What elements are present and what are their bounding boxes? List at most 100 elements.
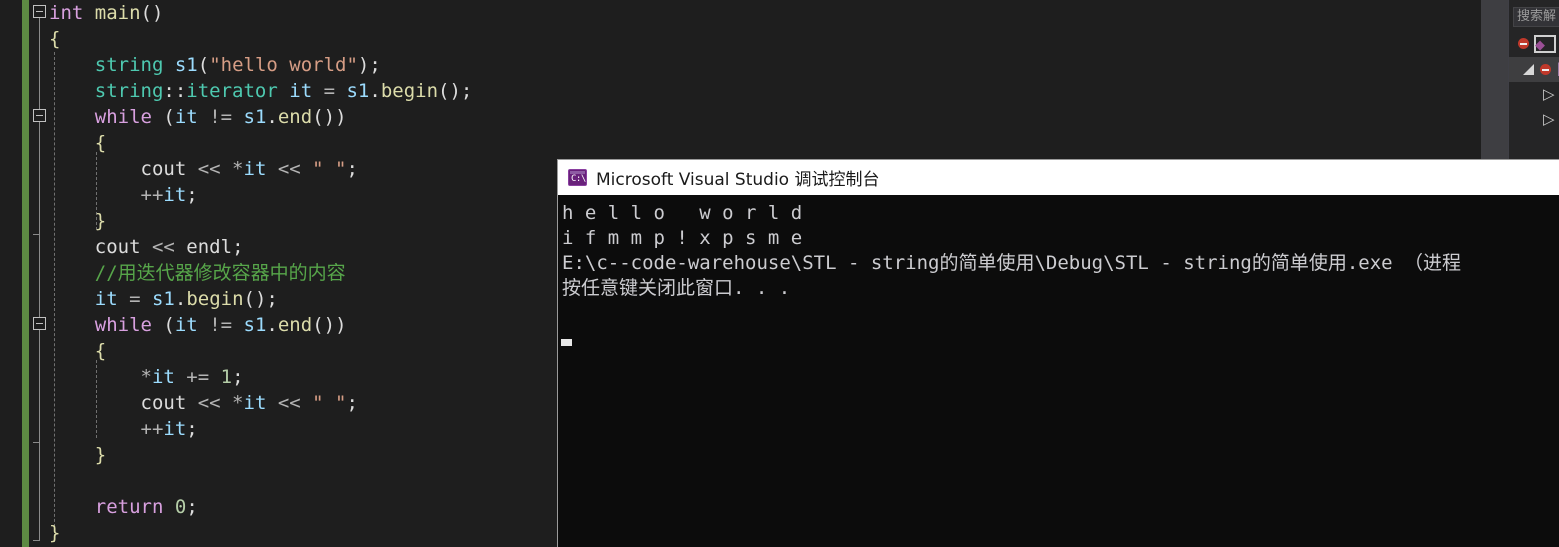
code-token: "hello world" [209, 54, 358, 76]
code-token: :: [163, 80, 187, 102]
editor-breakpoint-margin[interactable] [0, 0, 22, 547]
code-token: } [94, 210, 107, 232]
console-icon-label: C:\ [571, 174, 586, 184]
code-token: . [266, 106, 278, 128]
code-token: begin [380, 80, 439, 102]
code-token: return [94, 496, 164, 518]
fold-toggle-while-2[interactable] [33, 317, 46, 330]
code-token: s1 [243, 314, 267, 336]
code-token: << [266, 392, 313, 414]
code-token: ; [232, 366, 244, 388]
code-token: cout [140, 392, 187, 414]
code-token: endl [186, 236, 233, 258]
console-output-line: 按任意键关闭此窗口. . . [562, 277, 791, 299]
console-app-icon: C:\ [568, 169, 587, 186]
code-token: " " [312, 392, 347, 414]
expander-icon[interactable] [1523, 64, 1534, 75]
stop-badge-icon [1518, 38, 1529, 49]
code-token: it [151, 366, 175, 388]
code-line[interactable]: { [49, 26, 1479, 52]
chevron-right-icon[interactable]: ▷ [1543, 110, 1555, 128]
code-token: { [94, 340, 107, 362]
code-token: string [94, 54, 164, 76]
code-token: cout [140, 158, 187, 180]
code-token: iterator [186, 80, 278, 102]
code-token: () [140, 2, 164, 24]
code-line[interactable]: string s1("hello world"); [49, 52, 1479, 78]
code-token: ; [232, 236, 244, 258]
code-token: s1 [151, 288, 175, 310]
code-token: { [94, 132, 107, 154]
code-token: it [289, 80, 313, 102]
solution-explorer-row-3[interactable]: ▷ [1509, 82, 1559, 107]
debug-console-window[interactable]: C:\ Microsoft Visual Studio 调试控制台 h e l … [557, 159, 1559, 547]
code-token: while [94, 314, 152, 336]
code-line[interactable]: int main() [49, 0, 1479, 26]
chevron-right-icon[interactable]: ▷ [1543, 85, 1555, 103]
code-token: it [243, 392, 267, 414]
solution-explorer-row-4[interactable]: ▷ [1509, 107, 1559, 132]
code-token: it [243, 158, 267, 180]
code-token: = [312, 80, 347, 102]
code-token: } [94, 444, 107, 466]
code-token: << [140, 236, 187, 258]
code-token: << [266, 158, 313, 180]
code-token: != [197, 314, 244, 336]
fold-toggle-main[interactable] [33, 5, 46, 18]
fold-end-main [33, 540, 39, 541]
code-line[interactable]: { [49, 130, 1479, 156]
code-line[interactable]: while (it != s1.end()) [49, 104, 1479, 130]
stop-badge-icon [1540, 64, 1551, 75]
code-token: " " [312, 158, 347, 180]
fold-toggle-while-1[interactable] [33, 109, 46, 122]
code-token: } [49, 522, 61, 544]
code-line[interactable]: string::iterator it = s1.begin(); [49, 78, 1479, 104]
code-token: ( [197, 54, 210, 76]
code-token: it [163, 418, 187, 440]
code-token: it [94, 288, 118, 310]
console-output-area[interactable]: h e l l o w o r l d i f m m p ! x p s m e… [558, 195, 1559, 547]
console-output-line: h e l l o w o r l d [562, 202, 803, 224]
code-token: * [232, 392, 244, 414]
editor-change-bar [22, 0, 29, 547]
code-token: string [94, 80, 164, 102]
code-token: int [49, 2, 84, 24]
solution-explorer-row-project[interactable]: [ [1509, 57, 1559, 82]
code-token: it [174, 314, 198, 336]
solution-explorer-row-solution[interactable]: ◆ [1509, 32, 1559, 57]
code-token: ++ [140, 184, 164, 206]
fold-end-while-1 [33, 234, 39, 235]
code-token: ); [357, 54, 381, 76]
code-token: it [163, 184, 187, 206]
fold-guide-main [39, 18, 40, 541]
console-title-bar[interactable]: C:\ Microsoft Visual Studio 调试控制台 [558, 160, 1559, 195]
code-token: s1 [174, 54, 198, 76]
fold-guide-while-1 [39, 122, 40, 234]
code-token: ; [346, 158, 358, 180]
code-token: << [186, 158, 233, 180]
code-token: s1 [346, 80, 370, 102]
code-token: = [117, 288, 152, 310]
code-token: (); [243, 288, 278, 310]
fold-end-while-2 [33, 442, 39, 443]
code-token: << [186, 392, 233, 414]
code-token: != [197, 106, 244, 128]
code-token: begin [186, 288, 244, 310]
fold-guide-while-2 [39, 330, 40, 442]
code-token: while [94, 106, 152, 128]
console-output-line: i f m m p ! x p s m e [562, 227, 803, 249]
code-token: main [94, 2, 141, 24]
code-token: s1 [243, 106, 267, 128]
code-token: ( [151, 106, 175, 128]
code-token: * [140, 366, 152, 388]
code-token: ()) [312, 106, 347, 128]
console-window-title: Microsoft Visual Studio 调试控制台 [596, 170, 880, 190]
code-token: . [266, 314, 278, 336]
code-token: ( [151, 314, 175, 336]
solution-explorer-search-input[interactable]: 搜索解 [1513, 7, 1559, 27]
code-token: end [277, 106, 313, 128]
code-token: * [232, 158, 244, 180]
